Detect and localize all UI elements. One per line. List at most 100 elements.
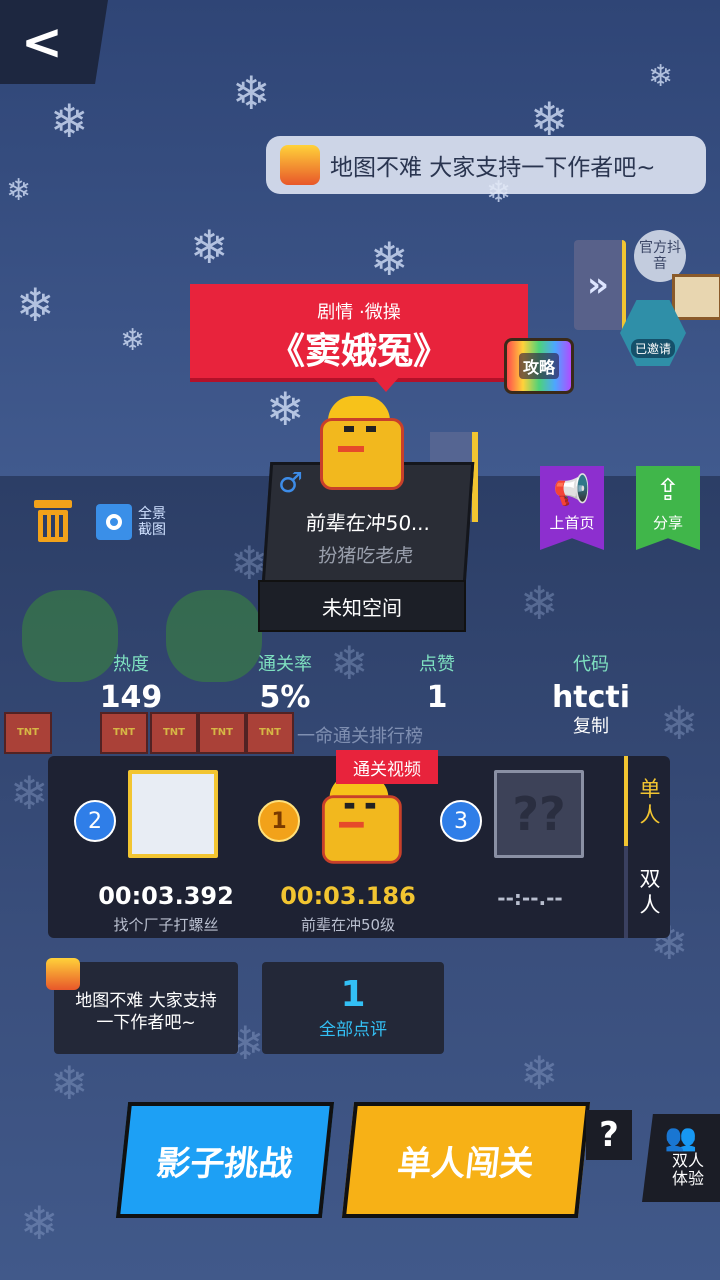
share-label: 分享: [652, 514, 683, 532]
back-button[interactable]: <: [0, 0, 108, 84]
duo-experience-label: 双人体验: [671, 1151, 704, 1188]
level-title: 《窦娥冤》: [268, 331, 449, 372]
snowflake-icon: ❄: [6, 173, 32, 208]
rank-badge-1: 1: [258, 800, 300, 842]
tnt-crate: TNT: [150, 712, 198, 754]
snowflake-icon: ❄: [266, 382, 305, 436]
clear-video-button[interactable]: 通关视频: [336, 750, 438, 784]
snowflake-icon: ❄: [520, 1046, 559, 1100]
duo-experience-button[interactable]: 👥 双人体验: [642, 1114, 720, 1202]
rank-2-time: 00:03.392: [98, 882, 234, 910]
double-chevron-right-icon: »: [587, 265, 609, 305]
rank-2-avatar[interactable]: [128, 770, 218, 858]
author-message-bubble: 地图不难 大家支持一下作者吧~: [266, 136, 706, 194]
help-button[interactable]: ?: [586, 1110, 632, 1160]
character-face: [320, 418, 404, 490]
author-space-button[interactable]: 未知空间: [258, 580, 466, 632]
stat-pass-rate-label: 通关率: [258, 654, 312, 675]
banner-pointer: [372, 376, 400, 392]
tnt-crate: TNT: [4, 712, 52, 754]
camera-icon[interactable]: [96, 504, 132, 540]
mode-single-tab[interactable]: 单人: [632, 776, 668, 828]
stat-likes-label: 点赞: [419, 654, 455, 675]
review-count: 1: [340, 974, 366, 1015]
megaphone-icon: 📢: [553, 473, 591, 508]
rank-1-time: 00:03.186: [280, 882, 416, 910]
share-button[interactable]: ⇪ 分享: [636, 466, 700, 550]
promote-homepage-button[interactable]: 📢 上首页: [540, 466, 604, 550]
stat-code: 代码 htcti: [526, 650, 656, 715]
stat-pass-rate-value: 5%: [259, 680, 311, 715]
author-title: 扮猪吃老虎: [317, 545, 414, 567]
male-icon: ♂: [278, 466, 304, 499]
trash-lid: [34, 500, 72, 508]
snowflake-icon: ❄: [50, 1056, 89, 1110]
stat-heat-label: 热度: [113, 654, 149, 675]
author-name: 前辈在冲50...: [304, 511, 432, 535]
leaderboard-title: 一命通关排行榜: [297, 726, 423, 747]
rank-3-time: --:--.--: [497, 886, 563, 910]
panorama-screenshot-label[interactable]: 全景截图: [138, 506, 178, 538]
invite-badge-label: 已邀请: [630, 339, 675, 358]
mode-double-tab[interactable]: 双人: [632, 866, 668, 918]
latest-comment[interactable]: 地图不难 大家支持一下作者吧~: [54, 962, 238, 1054]
snowflake-icon: ❄: [232, 66, 271, 120]
stat-heat: 热度 149: [66, 650, 196, 715]
stat-heat-value: 149: [99, 680, 163, 715]
stat-pass-rate: 通关率 5%: [220, 650, 350, 715]
snowflake-icon: ❄: [660, 696, 699, 750]
tnt-crate: TNT: [198, 712, 246, 754]
author-character-avatar[interactable]: [312, 396, 406, 492]
rank-1-avatar[interactable]: [314, 774, 403, 865]
character-eye: [365, 802, 376, 809]
solo-play-label: 单人闯关: [395, 1143, 536, 1184]
character-mouth: [338, 446, 364, 452]
snowflake-icon: ❄: [50, 94, 89, 148]
character-eye: [366, 426, 376, 432]
character-eye: [344, 802, 355, 809]
two-people-icon: 👥: [664, 1123, 698, 1153]
snowflake-icon: ❄: [520, 576, 559, 630]
snowflake-icon: ❄: [370, 232, 409, 286]
shadow-challenge-label: 影子挑战: [154, 1143, 295, 1184]
character-face: [321, 795, 402, 864]
shadow-challenge-button[interactable]: 影子挑战: [115, 1102, 335, 1218]
snowflake-icon: ❄: [120, 323, 146, 358]
stat-code-label: 代码: [573, 654, 609, 675]
trash-icon[interactable]: [34, 500, 72, 542]
rank-badge-2: 2: [74, 800, 116, 842]
comment-author-avatar: [46, 958, 80, 990]
all-reviews-button[interactable]: 1 全部点评: [262, 962, 444, 1054]
share-upload-icon: ⇪: [655, 473, 681, 508]
level-tags: 剧情 ·微操: [317, 302, 401, 323]
guide-button[interactable]: 攻略: [504, 338, 574, 394]
signpost-icon: [672, 274, 720, 320]
snowflake-icon: ❄: [648, 59, 674, 94]
tnt-crate: TNT: [246, 712, 294, 754]
side-panel-toggle[interactable]: »: [574, 240, 626, 330]
stat-likes: 点赞 1: [372, 650, 502, 715]
solo-play-button[interactable]: 单人闯关: [341, 1102, 591, 1218]
author-avatar: [280, 145, 320, 185]
rank-1-name: 前辈在冲50级: [300, 916, 396, 934]
character-mouth: [339, 821, 364, 828]
stat-likes-value: 1: [426, 680, 448, 715]
guide-label: 攻略: [518, 353, 559, 379]
all-reviews-label: 全部点评: [319, 1020, 387, 1040]
level-title-banner: 剧情 ·微操 《窦娥冤》: [190, 284, 528, 378]
rank-3-empty-avatar: ??: [494, 770, 584, 858]
promote-homepage-label: 上首页: [549, 514, 595, 532]
copy-code-button[interactable]: 复制: [556, 712, 626, 738]
snowflake-icon: ❄: [190, 220, 229, 274]
chevron-left-icon: <: [21, 13, 63, 71]
tnt-crate: TNT: [100, 712, 148, 754]
snowflake-icon: ❄: [16, 278, 55, 332]
author-message-text: 地图不难 大家支持一下作者吧~: [330, 155, 656, 181]
snowflake-icon: ❄: [10, 766, 49, 820]
snowflake-icon: ❄: [20, 1196, 59, 1250]
rank-2-name: 找个厂子打螺丝: [113, 916, 219, 934]
character-eye: [344, 426, 354, 432]
latest-comment-text: 地图不难 大家支持一下作者吧~: [75, 991, 217, 1033]
mode-active-indicator: [624, 756, 628, 846]
stat-code-value: htcti: [551, 680, 631, 715]
